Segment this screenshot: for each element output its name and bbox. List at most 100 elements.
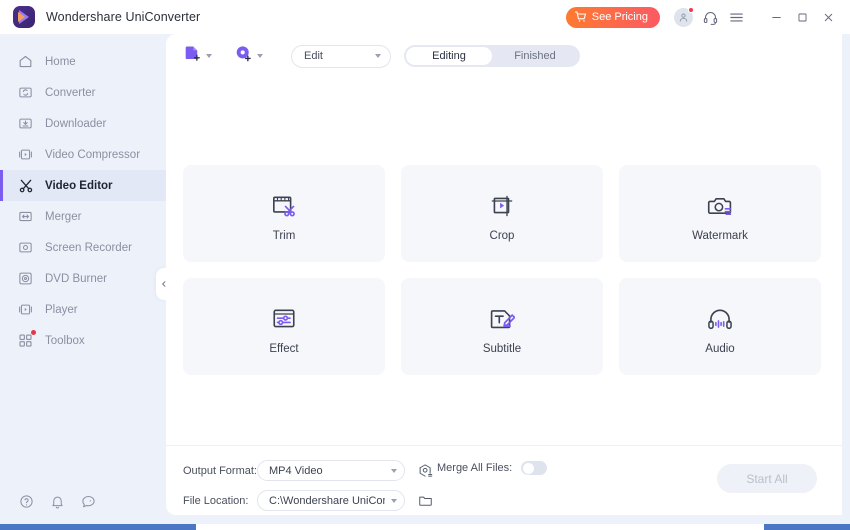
- os-taskbar-middle: [196, 524, 764, 530]
- sidebar-item-label: DVD Burner: [45, 272, 107, 285]
- trim-icon: [271, 185, 297, 219]
- audio-icon: [707, 298, 733, 332]
- sidebar-item-label: Downloader: [45, 117, 107, 130]
- add-file-button[interactable]: [183, 44, 212, 68]
- chevron-down-icon: [206, 54, 212, 58]
- help-icon[interactable]: [18, 493, 35, 510]
- tab-finished[interactable]: Finished: [492, 47, 578, 65]
- sidebar-item-screen-recorder[interactable]: Screen Recorder: [0, 232, 166, 263]
- converter-icon: [17, 84, 34, 101]
- sidebar-item-video-compressor[interactable]: Video Compressor: [0, 139, 166, 170]
- subtitle-icon: [489, 298, 515, 332]
- folder-icon[interactable]: [417, 492, 434, 509]
- card-audio[interactable]: Audio: [619, 278, 821, 375]
- app-title: Wondershare UniConverter: [46, 10, 201, 24]
- file-location-select[interactable]: C:\Wondershare UniConverter: [257, 490, 405, 511]
- hamburger-menu-icon[interactable]: [723, 4, 749, 30]
- sidebar-item-home[interactable]: Home: [0, 46, 166, 77]
- merge-all-files-label: Merge All Files:: [437, 462, 513, 474]
- output-settings-icon[interactable]: [417, 462, 434, 479]
- notifications-bell-icon[interactable]: [49, 493, 66, 510]
- chevron-down-icon: [385, 498, 397, 503]
- sidebar-footer: [0, 493, 166, 510]
- merge-all-files-row: Merge All Files:: [437, 461, 548, 475]
- start-all-button[interactable]: Start All: [717, 464, 817, 493]
- account-button[interactable]: [674, 6, 694, 27]
- crop-icon: [489, 185, 515, 219]
- sidebar-item-toolbox[interactable]: Toolbox: [0, 325, 166, 356]
- file-location-value: C:\Wondershare UniConverter: [269, 494, 385, 507]
- card-label: Subtitle: [482, 343, 522, 355]
- sidebar-nav: Home Converter Downloader Video Compress…: [0, 34, 166, 356]
- sidebar-item-downloader[interactable]: Downloader: [0, 108, 166, 139]
- card-label: Audio: [705, 343, 735, 355]
- toggle-knob: [522, 462, 534, 474]
- headset-icon[interactable]: [697, 4, 723, 30]
- chevron-down-icon: [385, 468, 397, 473]
- tab-editing[interactable]: Editing: [406, 47, 492, 65]
- player-icon: [17, 301, 34, 318]
- add-from-device-button[interactable]: [234, 44, 263, 68]
- merge-all-files-toggle[interactable]: [521, 461, 548, 475]
- screen-recorder-icon: [17, 239, 34, 256]
- sidebar-item-merger[interactable]: Merger: [0, 201, 166, 232]
- status-segmented-control: Editing Finished: [404, 45, 580, 67]
- dvd-burner-icon: [17, 270, 34, 287]
- os-taskbar-right: [764, 524, 850, 530]
- sidebar-item-converter[interactable]: Converter: [0, 77, 166, 108]
- merger-icon: [17, 208, 34, 225]
- compressor-icon: [17, 146, 34, 163]
- maximize-icon[interactable]: [789, 4, 815, 30]
- card-crop[interactable]: Crop: [401, 165, 603, 262]
- cart-icon: [574, 11, 587, 23]
- file-location-label: File Location:: [183, 494, 249, 507]
- sidebar-item-label: Player: [45, 303, 78, 316]
- feedback-icon[interactable]: [80, 493, 97, 510]
- main-panel: Edit Editing Finished Trim Crop Watermar…: [166, 34, 842, 515]
- toolbox-badge-dot: [31, 330, 36, 335]
- sidebar-item-dvd-burner[interactable]: DVD Burner: [0, 263, 166, 294]
- sidebar-item-label: Video Editor: [45, 179, 113, 192]
- card-effect[interactable]: Effect: [183, 278, 385, 375]
- sidebar-item-player[interactable]: Player: [0, 294, 166, 325]
- chevron-down-icon: [375, 54, 381, 58]
- card-subtitle[interactable]: Subtitle: [401, 278, 603, 375]
- card-label: Watermark: [692, 230, 748, 242]
- see-pricing-label: See Pricing: [591, 11, 648, 23]
- sidebar-item-label: Home: [45, 55, 76, 68]
- sidebar-item-label: Merger: [45, 210, 82, 223]
- sidebar-item-label: Toolbox: [45, 334, 85, 347]
- output-settings-bar: Output Format: MP4 Video File Location: …: [166, 445, 842, 515]
- titlebar-actions: See Pricing: [565, 0, 850, 34]
- card-label: Crop: [489, 230, 515, 242]
- app-window: Wondershare UniConverter See Pricing Hom…: [0, 0, 850, 530]
- output-format-value: MP4 Video: [269, 464, 323, 477]
- close-icon[interactable]: [815, 4, 841, 30]
- sidebar: Home Converter Downloader Video Compress…: [0, 34, 166, 520]
- sidebar-item-label: Screen Recorder: [45, 241, 132, 254]
- output-format-row: Output Format: MP4 Video: [183, 460, 434, 481]
- card-label: Effect: [269, 343, 299, 355]
- card-label: Trim: [272, 230, 296, 242]
- account-notification-dot: [688, 6, 694, 13]
- editor-toolbar: Edit Editing Finished: [166, 34, 842, 78]
- feature-card-grid: Trim Crop Watermark Effect Subtitle Audi…: [183, 165, 825, 375]
- see-pricing-button[interactable]: See Pricing: [565, 6, 660, 28]
- effect-icon: [271, 298, 297, 332]
- minimize-icon[interactable]: [763, 4, 789, 30]
- edit-mode-value: Edit: [304, 50, 323, 62]
- chevron-down-icon: [257, 54, 263, 58]
- card-trim[interactable]: Trim: [183, 165, 385, 262]
- toolbox-icon: [17, 330, 36, 349]
- add-from-device-icon: [234, 44, 253, 68]
- card-watermark[interactable]: Watermark: [619, 165, 821, 262]
- edit-mode-select[interactable]: Edit: [291, 44, 391, 68]
- scissors-icon: [17, 177, 34, 194]
- output-format-select[interactable]: MP4 Video: [257, 460, 405, 481]
- os-taskbar-left: [0, 524, 196, 530]
- sidebar-item-label: Converter: [45, 86, 96, 99]
- home-icon: [17, 53, 34, 70]
- sidebar-item-video-editor[interactable]: Video Editor: [0, 170, 166, 201]
- play-logo-icon: [13, 6, 35, 28]
- add-file-icon: [183, 44, 202, 68]
